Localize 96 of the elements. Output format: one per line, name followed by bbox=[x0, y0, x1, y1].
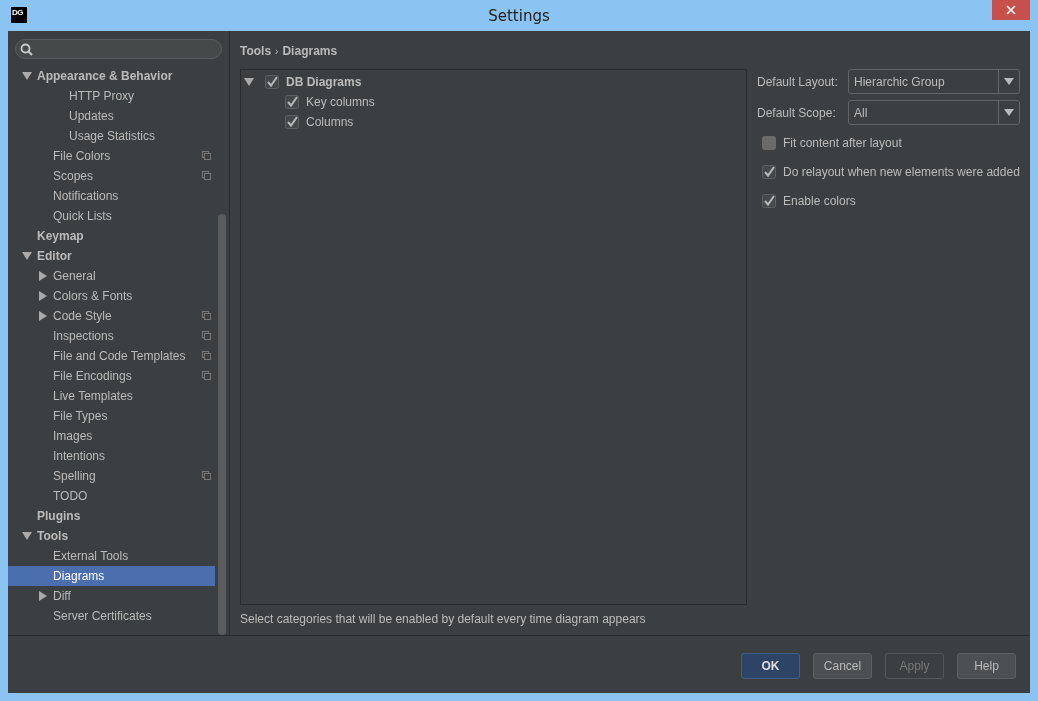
tree-item-label: Diff bbox=[53, 589, 71, 603]
dialog-button[interactable]: Help bbox=[957, 652, 1016, 679]
tree-item[interactable]: Spelling bbox=[8, 466, 215, 486]
tree-item[interactable]: Code Style bbox=[8, 306, 215, 326]
tree-item-label: Colors & Fonts bbox=[53, 289, 133, 303]
tree-item[interactable]: Tools bbox=[8, 526, 215, 546]
tree-item[interactable]: Plugins bbox=[8, 506, 215, 526]
tree-item[interactable]: Diff bbox=[8, 586, 215, 606]
tree-item[interactable]: Usage Statistics bbox=[8, 126, 215, 146]
checkbox[interactable] bbox=[762, 165, 776, 179]
breadcrumb-item: Diagrams bbox=[282, 44, 338, 58]
tree-item[interactable]: File and Code Templates bbox=[8, 346, 215, 366]
tree-item[interactable]: TODO bbox=[8, 486, 215, 506]
checkbox-label: Enable colors bbox=[783, 194, 856, 208]
tree-item[interactable]: Quick Lists bbox=[8, 206, 215, 226]
breadcrumb-separator: › bbox=[275, 45, 279, 57]
tree-item-label: Intentions bbox=[53, 449, 106, 463]
dropdown[interactable]: Hierarchic Group bbox=[848, 69, 1020, 94]
tree-item[interactable]: Images bbox=[8, 426, 215, 446]
tree-item[interactable]: Updates bbox=[8, 106, 215, 126]
checkbox[interactable] bbox=[285, 95, 299, 109]
checkbox[interactable] bbox=[265, 75, 279, 89]
tree-item-label: Images bbox=[53, 429, 93, 443]
collapse-arrow-icon[interactable] bbox=[22, 531, 32, 541]
dialog-button[interactable]: OK bbox=[741, 652, 800, 679]
app-logo: DG bbox=[11, 7, 27, 23]
tree-item-label: File Colors bbox=[53, 149, 111, 163]
tree-item-label: HTTP Proxy bbox=[69, 89, 135, 103]
field-label: Default Scope: bbox=[757, 105, 837, 120]
tree-item[interactable]: Server Certificates bbox=[8, 606, 215, 626]
expand-arrow-icon[interactable] bbox=[38, 591, 48, 601]
window-title: Settings bbox=[488, 6, 550, 25]
tree-item[interactable]: Live Templates bbox=[8, 386, 215, 406]
tree-item-label: Editor bbox=[37, 249, 72, 263]
checkbox-label: Do relayout when new elements were added bbox=[783, 165, 1020, 179]
tree-item-label: Inspections bbox=[53, 329, 114, 343]
tree-item-label: Usage Statistics bbox=[69, 129, 156, 143]
close-icon bbox=[1006, 5, 1016, 15]
tree-item[interactable]: File Colors bbox=[8, 146, 215, 166]
tree-item[interactable]: Intentions bbox=[8, 446, 215, 466]
tree-item-label: Server Certificates bbox=[53, 609, 152, 623]
tree-item-label: Scopes bbox=[53, 169, 94, 183]
tree-item-label: TODO bbox=[53, 489, 88, 503]
tree-item[interactable]: Editor bbox=[8, 246, 215, 266]
tree-item-label: Appearance & Behavior bbox=[37, 69, 173, 83]
tree-item-label: Keymap bbox=[37, 229, 84, 243]
tree-item[interactable]: Colors & Fonts bbox=[8, 286, 215, 306]
checkbox[interactable] bbox=[762, 136, 776, 150]
search-icon bbox=[20, 42, 33, 56]
checkbox[interactable] bbox=[762, 194, 776, 208]
collapse-arrow-icon[interactable] bbox=[22, 71, 32, 81]
hint-text: Select categories that will be enabled by default every time diagram appears bbox=[240, 612, 647, 626]
tree-item[interactable]: Diagrams bbox=[8, 566, 215, 586]
dialog-button[interactable]: Cancel bbox=[813, 652, 872, 679]
dropdown[interactable]: All bbox=[848, 100, 1020, 125]
breadcrumb-item: Tools bbox=[240, 44, 272, 58]
tree-item-label: Updates bbox=[69, 109, 114, 123]
close-button[interactable] bbox=[992, 0, 1030, 20]
field-label: Default Layout: bbox=[757, 74, 839, 89]
tree-item-label: File and Code Templates bbox=[53, 349, 186, 363]
tree-item[interactable]: Scopes bbox=[8, 166, 215, 186]
expand-arrow-icon[interactable] bbox=[38, 271, 48, 281]
tree-item-label: Plugins bbox=[37, 509, 81, 523]
checkbox[interactable] bbox=[285, 115, 299, 129]
tree-item-label: File Encodings bbox=[53, 369, 132, 383]
tree-item-label: External Tools bbox=[53, 549, 129, 563]
scrollbar[interactable] bbox=[218, 214, 226, 635]
tree-item-label: Code Style bbox=[53, 309, 112, 323]
tree-item[interactable]: General bbox=[8, 266, 215, 286]
expand-arrow-icon[interactable] bbox=[38, 311, 48, 321]
dropdown-arrow-icon bbox=[1004, 78, 1014, 85]
tree-item-label: Quick Lists bbox=[53, 209, 112, 223]
collapse-arrow-icon[interactable] bbox=[22, 251, 32, 261]
dropdown-arrow-icon bbox=[1004, 109, 1014, 116]
tree-item-label: Tools bbox=[37, 529, 69, 543]
collapse-arrow-icon[interactable] bbox=[244, 77, 254, 87]
expand-arrow-icon[interactable] bbox=[38, 291, 48, 301]
tree-item[interactable]: File Types bbox=[8, 406, 215, 426]
tree-item[interactable]: Appearance & Behavior bbox=[8, 66, 215, 86]
tree-item[interactable]: Inspections bbox=[8, 326, 215, 346]
checkbox-label: Key columns bbox=[306, 95, 375, 109]
tree-item-label: Diagrams bbox=[53, 569, 105, 583]
tree-item[interactable]: HTTP Proxy bbox=[8, 86, 215, 106]
checkbox-label: Columns bbox=[306, 115, 354, 129]
tree-item-label: File Types bbox=[53, 409, 108, 423]
tree-item-label: Notifications bbox=[53, 189, 119, 203]
tree-item-label: Live Templates bbox=[53, 389, 133, 403]
tree-item[interactable]: External Tools bbox=[8, 546, 215, 566]
tree-item[interactable]: File Encodings bbox=[8, 366, 215, 386]
checkbox-label: Fit content after layout bbox=[783, 136, 902, 150]
tree-item[interactable]: Keymap bbox=[8, 226, 215, 246]
checkbox-label: DB Diagrams bbox=[286, 75, 362, 89]
tree-item-label: General bbox=[53, 269, 96, 283]
tree-item[interactable]: Notifications bbox=[8, 186, 215, 206]
tree-item-label: Spelling bbox=[53, 469, 96, 483]
search-field[interactable] bbox=[15, 39, 222, 59]
